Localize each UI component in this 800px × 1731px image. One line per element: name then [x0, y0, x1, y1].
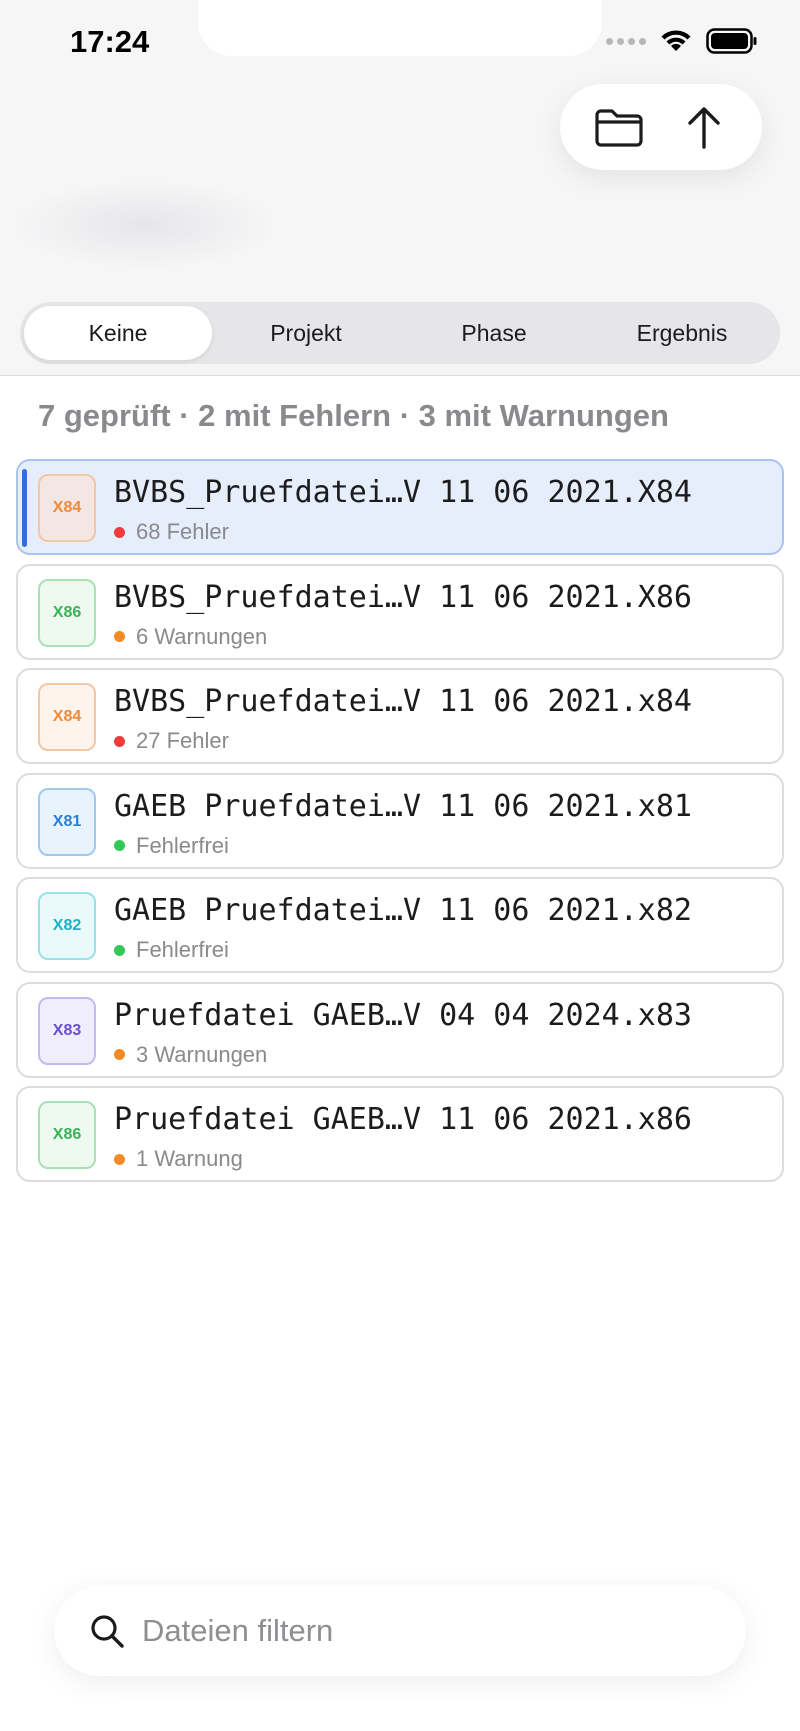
- segment-phase[interactable]: Phase: [400, 306, 588, 360]
- search-input[interactable]: [142, 1613, 702, 1649]
- file-name: Pruefdatei GAEB…V 04 04 2024.x83: [114, 997, 692, 1033]
- file-status: Fehlerfrei: [114, 937, 229, 963]
- file-list-item[interactable]: X84 BVBS_Pruefdatei…V 11 06 2021.x84 27 Fe…: [16, 668, 784, 764]
- file-name: BVBS_Pruefdatei…V 11 06 2021.x84: [114, 684, 692, 719]
- file-list-item[interactable]: X84 BVBS_Pruefdatei…V 11 06 2021.X84 68 Fe…: [16, 459, 784, 555]
- file-type-badge: X82: [38, 892, 96, 960]
- file-type-badge: X84: [38, 474, 96, 542]
- open-folder-button[interactable]: [587, 95, 651, 159]
- file-status-text: 6 Warnungen: [136, 623, 268, 649]
- file-name: BVBS_Pruefdatei…V 11 06 2021.X84: [114, 475, 692, 510]
- file-type-badge: X84: [38, 683, 96, 751]
- file-type-badge: X86: [38, 1101, 96, 1169]
- check-summary: 7 geprüft · 2 mit Fehlern · 3 mit Warnun…: [38, 398, 669, 433]
- file-status-text: 1 Warnung: [136, 1146, 243, 1171]
- arrow-up-icon: [687, 107, 720, 149]
- group-by-segmented-control: Keine Projekt Phase Ergebnis: [20, 302, 780, 364]
- status-dot-icon: [114, 840, 125, 851]
- file-status: 68 Fehler: [114, 519, 229, 545]
- file-status-text: Fehlerfrei: [136, 937, 229, 962]
- file-list-item[interactable]: X86 BVBS_Pruefdatei…V 11 06 2021.X86 6 War…: [16, 563, 784, 660]
- segment-ergebnis[interactable]: Ergebnis: [588, 306, 776, 360]
- file-name: GAEB Pruefdatei…V 11 06 2021.x81: [114, 788, 692, 824]
- status-dot-icon: [114, 944, 125, 956]
- top-toolbar: [560, 84, 762, 170]
- file-name: Pruefdatei GAEB…V 11 06 2021.x86: [114, 1102, 692, 1137]
- file-status-text: 68 Fehler: [136, 519, 229, 544]
- file-status: 27 Fehler: [114, 728, 229, 754]
- battery-icon: [706, 28, 757, 54]
- status-dot-icon: [114, 735, 125, 747]
- segment-projekt[interactable]: Projekt: [212, 306, 400, 360]
- file-type-badge: X81: [38, 787, 96, 856]
- file-name: BVBS_Pruefdatei…V 11 06 2021.X86: [114, 579, 692, 615]
- status-dot-icon: [114, 526, 125, 538]
- file-status: Fehlerfrei: [114, 833, 229, 859]
- file-list-item[interactable]: X82 GAEB Pruefdatei…V 11 06 2021.x82 Fehle…: [16, 877, 784, 973]
- file-list-item[interactable]: X83 Pruefdatei GAEB…V 04 04 2024.x83 3 War…: [16, 981, 784, 1078]
- file-status-text: Fehlerfrei: [136, 832, 229, 858]
- status-icons: [606, 28, 758, 54]
- status-dot-icon: [114, 631, 125, 642]
- file-status-text: 27 Fehler: [136, 728, 229, 753]
- file-status: 1 Warnung: [114, 1146, 243, 1172]
- wifi-icon: [661, 30, 691, 51]
- file-status: 3 Warnungen: [114, 1042, 267, 1068]
- file-list: X84 BVBS_Pruefdatei…V 11 06 2021.X84 68 Fe…: [16, 459, 784, 1191]
- file-name: GAEB Pruefdatei…V 11 06 2021.x82: [114, 893, 692, 928]
- status-time: 17:24: [70, 24, 150, 59]
- status-bar: 17:24: [0, 0, 800, 88]
- cellular-signal-icon: [606, 37, 646, 45]
- folder-icon: [594, 109, 643, 147]
- selection-indicator: [22, 469, 27, 547]
- device-notch: [198, 0, 602, 56]
- file-list-item[interactable]: X86 Pruefdatei GAEB…V 11 06 2021.x86 1 War…: [16, 1086, 784, 1182]
- file-type-badge: X86: [38, 578, 96, 647]
- status-dot-icon: [114, 1153, 125, 1165]
- file-status: 6 Warnungen: [114, 624, 267, 650]
- blurred-title: [10, 180, 280, 270]
- search-icon: [91, 1615, 124, 1648]
- file-list-item[interactable]: X81 GAEB Pruefdatei…V 11 06 2021.x81 Fehle…: [16, 772, 784, 869]
- file-type-badge: X83: [38, 996, 96, 1065]
- status-dot-icon: [114, 1049, 125, 1060]
- share-button[interactable]: [672, 95, 736, 159]
- file-status-text: 3 Warnungen: [136, 1041, 268, 1067]
- segment-keine[interactable]: Keine: [24, 306, 212, 360]
- search-bar[interactable]: [54, 1586, 746, 1676]
